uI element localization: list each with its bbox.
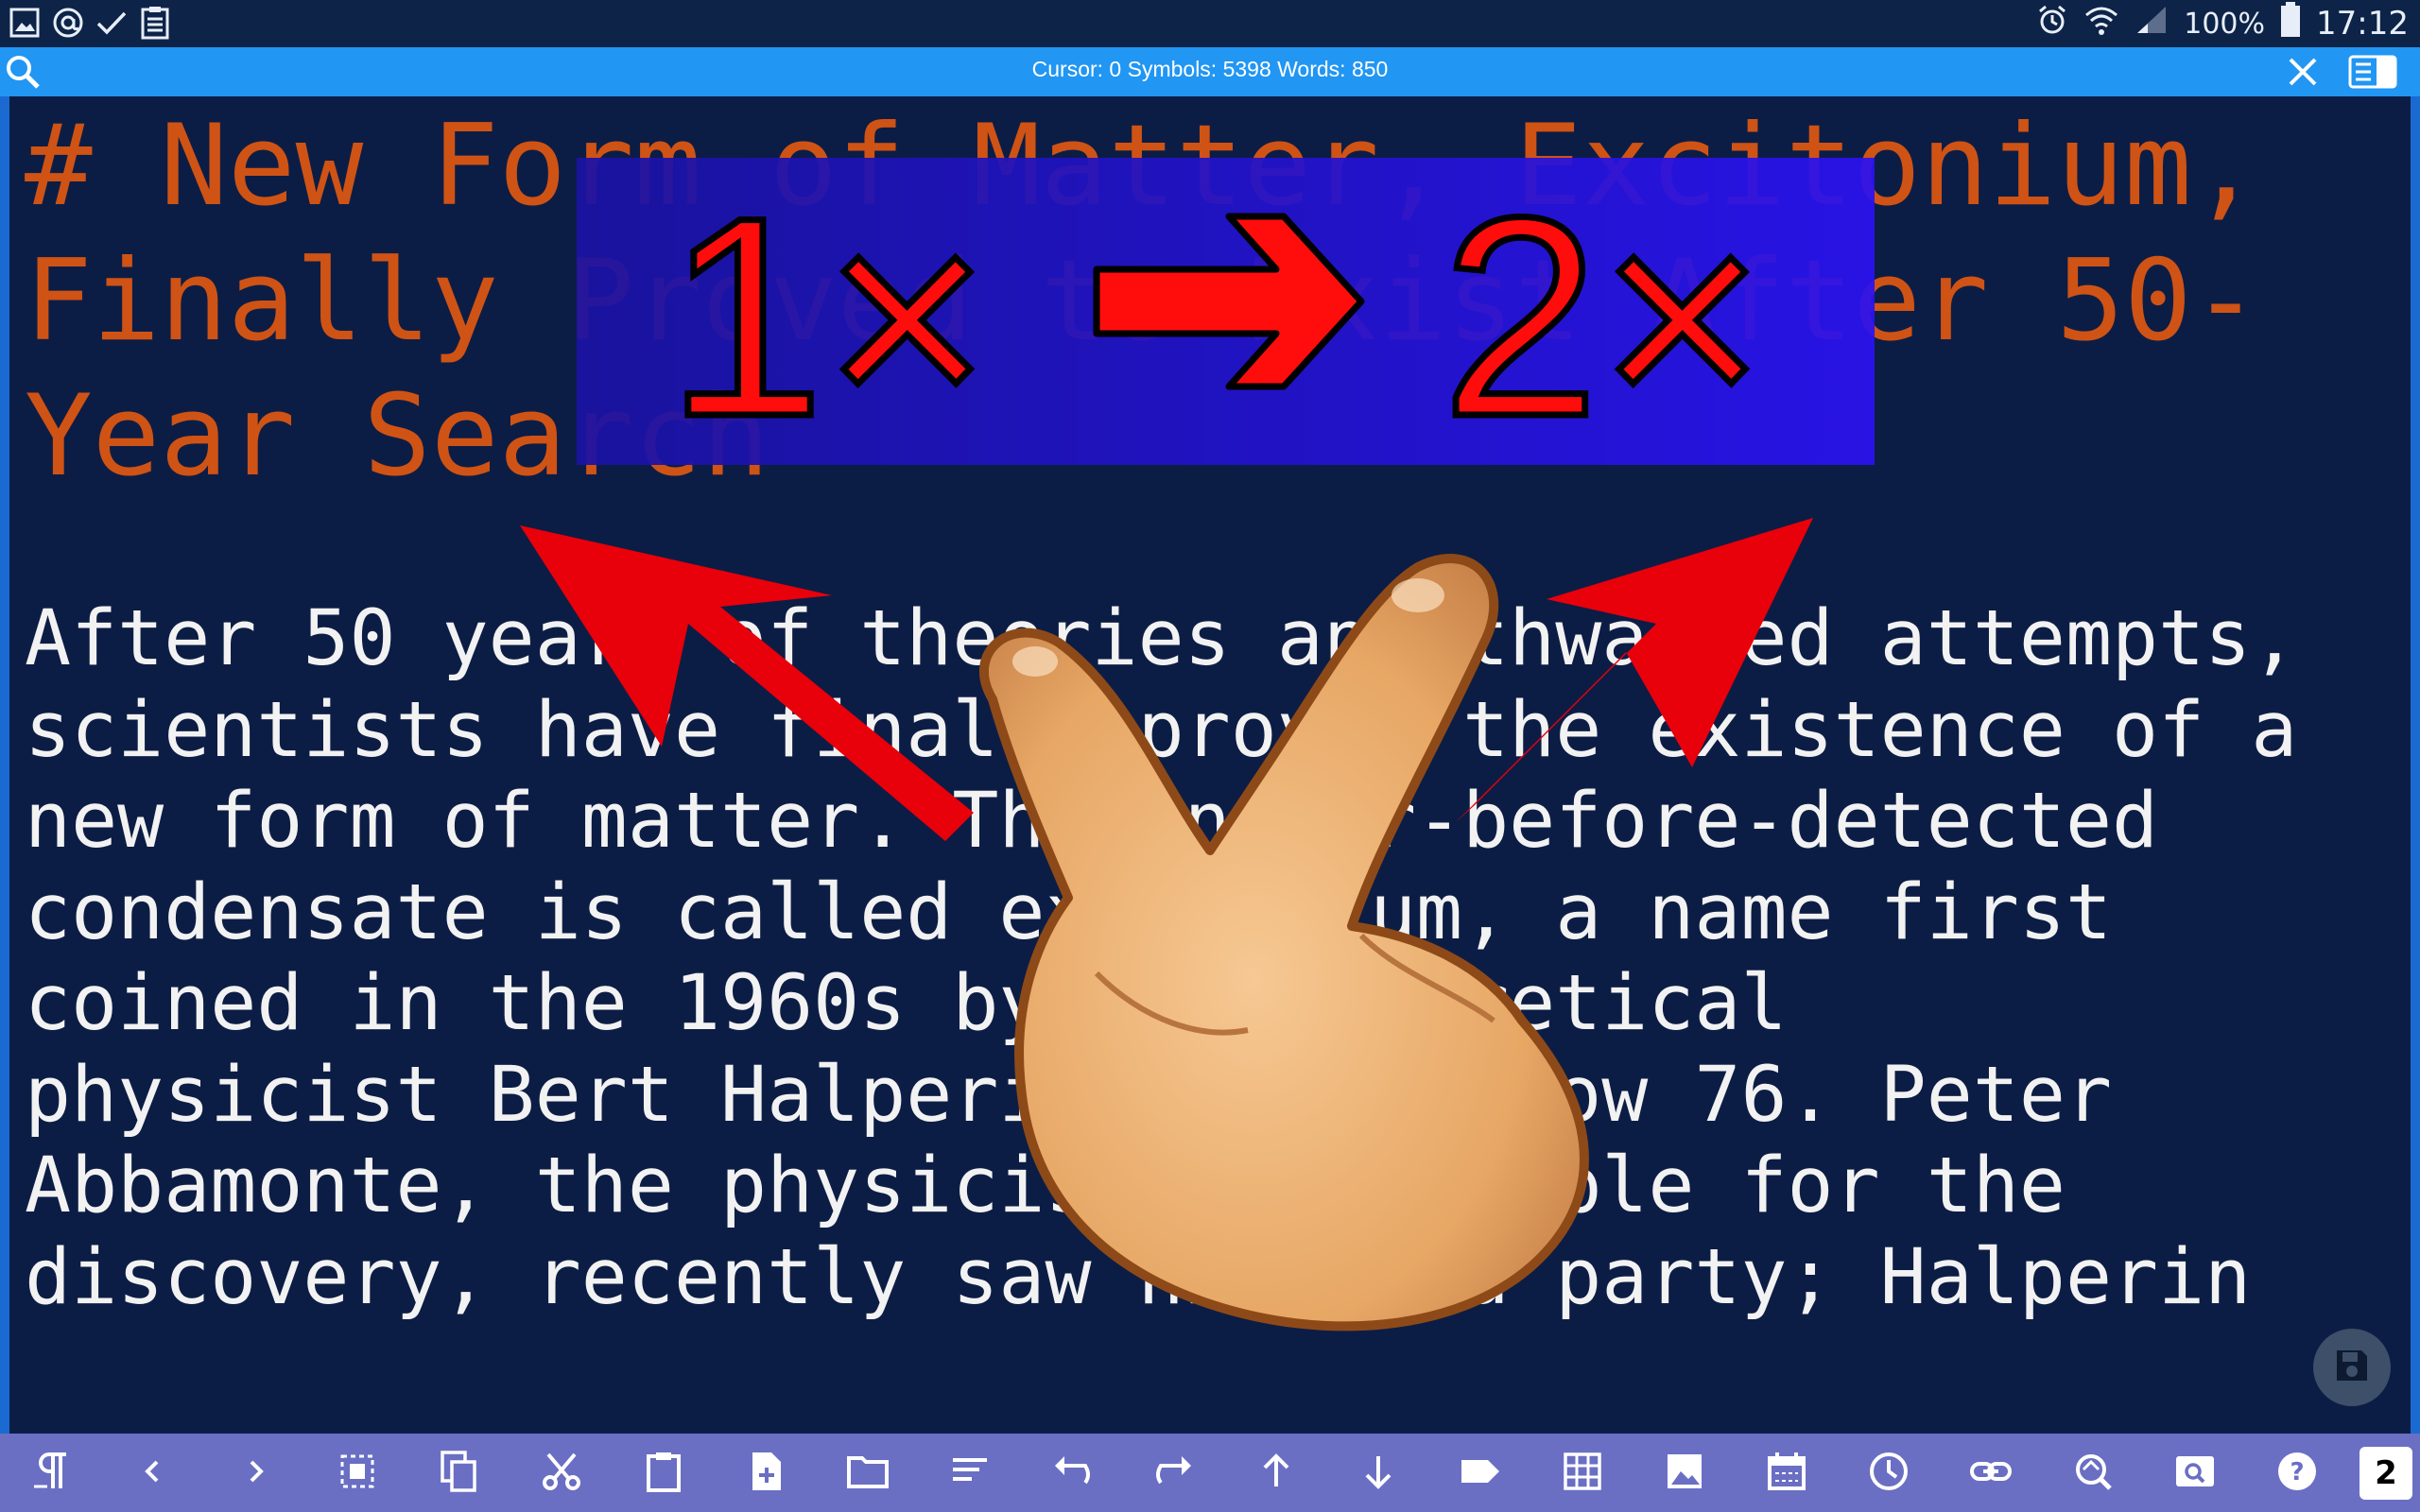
calendar-button[interactable] <box>1736 1434 1838 1512</box>
paste-icon <box>641 1449 686 1498</box>
pinch-hand-icon <box>978 554 1589 1332</box>
new-file-icon <box>743 1449 788 1498</box>
select-all-button[interactable] <box>306 1434 408 1512</box>
new-file-button[interactable] <box>715 1434 817 1512</box>
save-button[interactable] <box>2313 1329 2391 1406</box>
cut-icon <box>539 1449 584 1498</box>
table-button[interactable] <box>1531 1434 1634 1512</box>
help-icon: ? <box>2274 1449 2320 1498</box>
cut-button[interactable] <box>510 1434 613 1512</box>
preview-icon <box>2172 1449 2218 1498</box>
tag-icon <box>1458 1449 1503 1498</box>
save-icon <box>2333 1347 2371 1388</box>
paste-button[interactable] <box>613 1434 715 1512</box>
next-button[interactable] <box>204 1434 306 1512</box>
redo-icon <box>1151 1449 1197 1498</box>
link-button[interactable] <box>1940 1434 2042 1512</box>
undo-button[interactable] <box>1021 1434 1123 1512</box>
undo-icon <box>1049 1449 1095 1498</box>
clock-button[interactable] <box>1838 1434 1940 1512</box>
document-counter-button[interactable]: 2 <box>2360 1446 2412 1500</box>
document-counter: 2 <box>2375 1453 2397 1492</box>
scroll-down-icon <box>1356 1449 1401 1498</box>
paragraph-icon <box>28 1449 74 1498</box>
copy-icon <box>437 1449 482 1498</box>
scroll-up-icon <box>1253 1449 1299 1498</box>
copy-button[interactable] <box>408 1434 510 1512</box>
help-button[interactable]: ? <box>2246 1434 2348 1512</box>
image-icon <box>1662 1449 1707 1498</box>
paragraph-button[interactable] <box>0 1434 102 1512</box>
select-all-icon <box>335 1449 380 1498</box>
tag-button[interactable] <box>1429 1434 1531 1512</box>
prev-button[interactable] <box>102 1434 204 1512</box>
scroll-down-button[interactable] <box>1327 1434 1429 1512</box>
preview-button[interactable] <box>2144 1434 2246 1512</box>
calendar-icon <box>1764 1449 1809 1498</box>
pinch-arrow-left-icon <box>520 525 974 841</box>
search-replace-icon <box>2070 1449 2116 1498</box>
image-button[interactable] <box>1634 1434 1736 1512</box>
bottom-toolbar: ? 2 <box>0 1434 2420 1512</box>
link-icon <box>1968 1449 2014 1498</box>
format-button[interactable] <box>919 1434 1021 1512</box>
search-replace-button[interactable] <box>2042 1434 2144 1512</box>
open-folder-button[interactable] <box>817 1434 919 1512</box>
prev-icon <box>130 1449 176 1498</box>
redo-button[interactable] <box>1123 1434 1225 1512</box>
scroll-up-button[interactable] <box>1225 1434 1327 1512</box>
svg-text:?: ? <box>2290 1458 2304 1486</box>
open-folder-icon <box>845 1449 890 1498</box>
next-icon <box>233 1449 278 1498</box>
clock-icon <box>1866 1449 1911 1498</box>
table-icon <box>1560 1449 1605 1498</box>
format-icon <box>947 1449 993 1498</box>
